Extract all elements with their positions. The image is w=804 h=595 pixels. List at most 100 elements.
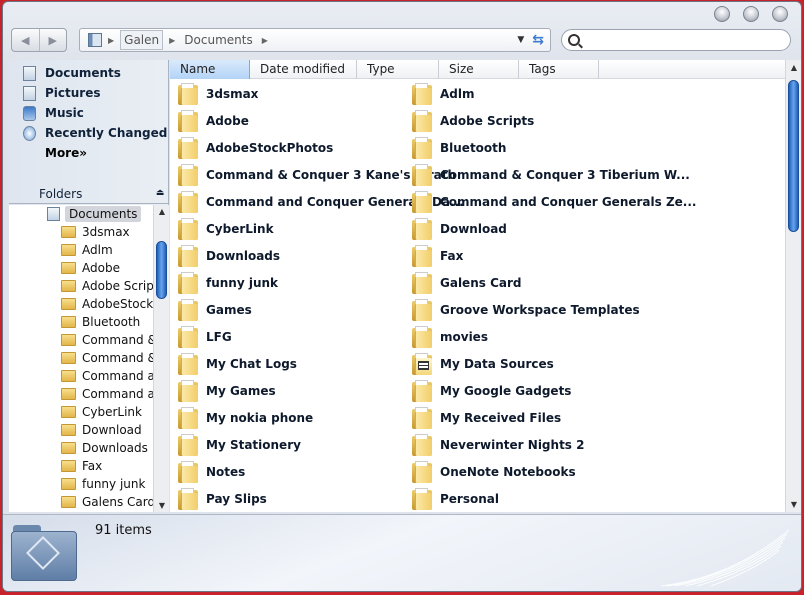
- breadcrumb-separator-icon[interactable]: ▶: [169, 36, 175, 45]
- folder-item[interactable]: Personal: [412, 485, 499, 512]
- folder-item-label: Command & Conquer 3 Tiberium W...: [440, 167, 690, 182]
- file-list-scrollbar[interactable]: ▲ ▼: [785, 60, 801, 512]
- folder-icon: [178, 82, 198, 105]
- tree-children: 3dsmax Adlm Adobe Adobe Scripts AdobeStockP B…: [9, 223, 169, 511]
- folder-item-label: My Data Sources: [440, 356, 554, 371]
- favorite-recently-changed[interactable]: Recently Changed: [9, 123, 168, 143]
- tree-item[interactable]: Adobe: [9, 259, 169, 277]
- favorite-documents[interactable]: Documents: [9, 63, 168, 83]
- folder-item[interactable]: Pay Slips: [178, 485, 267, 512]
- address-history-dropdown-icon[interactable]: ▼: [517, 35, 524, 45]
- folder-item[interactable]: Bluetooth: [412, 134, 506, 161]
- folder-item[interactable]: movies: [412, 323, 488, 350]
- tree-item[interactable]: Command &: [9, 331, 169, 349]
- tree-item-label: Command an: [82, 369, 163, 383]
- folder-item[interactable]: 3dsmax: [178, 80, 258, 107]
- folder-item[interactable]: My Data Sources: [412, 350, 554, 377]
- tree-item[interactable]: AdobeStockP: [9, 295, 169, 313]
- column-header-size[interactable]: Size: [439, 60, 519, 79]
- folder-item[interactable]: My Received Files: [412, 404, 561, 431]
- minimize-button[interactable]: [714, 6, 730, 22]
- tree-scroll-thumb[interactable]: [156, 241, 167, 299]
- tree-item-label: Adobe: [82, 261, 120, 275]
- documents-library-icon: [88, 33, 102, 47]
- scroll-down-icon[interactable]: ▼: [786, 500, 801, 509]
- folder-item[interactable]: Notes: [178, 458, 245, 485]
- folder-item[interactable]: Command & Conquer 3 Tiberium W...: [412, 161, 690, 188]
- folder-item[interactable]: CyberLink: [178, 215, 274, 242]
- breadcrumb-separator-icon[interactable]: ▶: [262, 36, 268, 45]
- folder-item[interactable]: Adobe: [178, 107, 249, 134]
- back-button[interactable]: ◀: [12, 29, 39, 51]
- breadcrumb-galen[interactable]: Galen: [120, 30, 164, 50]
- folder-item[interactable]: Downloads: [178, 242, 280, 269]
- tree-item[interactable]: 3dsmax: [9, 223, 169, 241]
- forward-button[interactable]: ▶: [38, 29, 67, 51]
- data-sources-folder-icon: [412, 352, 432, 375]
- column-header-type[interactable]: Type: [357, 60, 439, 79]
- breadcrumb-separator-icon[interactable]: ▶: [108, 36, 114, 45]
- scroll-down-icon[interactable]: ▼: [154, 501, 169, 510]
- folder-item[interactable]: Adobe Scripts: [412, 107, 534, 134]
- more-link[interactable]: More»: [9, 143, 168, 163]
- close-button[interactable]: [772, 6, 788, 22]
- tree-item[interactable]: Bluetooth: [9, 313, 169, 331]
- folder-item-label: Adlm: [440, 86, 475, 101]
- folder-item[interactable]: Download: [412, 215, 507, 242]
- folder-item[interactable]: My Chat Logs: [178, 350, 297, 377]
- search-box[interactable]: [561, 29, 791, 51]
- tree-item-label: Galens Card: [82, 495, 156, 509]
- tree-item[interactable]: CyberLink: [9, 403, 169, 421]
- folder-item[interactable]: LFG: [178, 323, 232, 350]
- tree-item[interactable]: funny junk: [9, 475, 169, 493]
- folder-item[interactable]: Neverwinter Nights 2: [412, 431, 584, 458]
- folder-item[interactable]: Games: [178, 296, 252, 323]
- tree-scrollbar[interactable]: ▲ ▼: [153, 205, 169, 512]
- collapse-folders-icon[interactable]: ⏏: [153, 187, 167, 201]
- tree-item[interactable]: Downloads: [9, 439, 169, 457]
- folder-item[interactable]: My Stationery: [178, 431, 301, 458]
- scroll-up-icon[interactable]: ▲: [154, 207, 169, 216]
- folder-item[interactable]: Adlm: [412, 80, 475, 107]
- tree-item[interactable]: Galens Card: [9, 493, 169, 511]
- tree-item[interactable]: Fax: [9, 457, 169, 475]
- folder-icon: [412, 433, 432, 456]
- folder-item[interactable]: Groove Workspace Templates: [412, 296, 640, 323]
- scroll-up-icon[interactable]: ▲: [786, 63, 801, 72]
- tree-item[interactable]: Command &: [9, 349, 169, 367]
- folder-item[interactable]: OneNote Notebooks: [412, 458, 576, 485]
- folder-icon: [61, 496, 76, 508]
- search-input[interactable]: [590, 33, 780, 47]
- favorite-pictures[interactable]: Pictures: [9, 83, 168, 103]
- folder-icon: [61, 298, 76, 310]
- folder-item[interactable]: Fax: [412, 242, 463, 269]
- breadcrumb-documents[interactable]: Documents: [181, 31, 255, 49]
- tree-item-label: AdobeStockP: [82, 297, 161, 311]
- navigation-buttons: ◀ ▶: [11, 28, 67, 52]
- folder-item[interactable]: Command and Conquer Generals Ze...: [412, 188, 696, 215]
- column-header-date-modified[interactable]: Date modified: [250, 60, 357, 79]
- address-bar[interactable]: ▶ Galen ▶ Documents ▶ ▼ ⇆: [79, 28, 551, 52]
- folder-item[interactable]: My Games: [178, 377, 276, 404]
- folder-item[interactable]: Galens Card: [412, 269, 521, 296]
- tree-item-documents[interactable]: Documents: [9, 205, 169, 223]
- folder-item[interactable]: funny junk: [178, 269, 278, 296]
- favorite-music[interactable]: Music: [9, 103, 168, 123]
- folder-item-label: My Chat Logs: [206, 356, 297, 371]
- tree-item[interactable]: Command an: [9, 367, 169, 385]
- column-header-tags[interactable]: Tags: [519, 60, 599, 79]
- tree-item[interactable]: Command an: [9, 385, 169, 403]
- refresh-icon[interactable]: ⇆: [532, 32, 544, 48]
- favorite-label: Music: [45, 106, 84, 120]
- folders-header[interactable]: Folders ⏏: [9, 184, 169, 204]
- tree-item[interactable]: Adobe Scripts: [9, 277, 169, 295]
- folder-item[interactable]: My nokia phone: [178, 404, 313, 431]
- maximize-button[interactable]: [743, 6, 759, 22]
- folder-item-label: My Received Files: [440, 410, 562, 425]
- folder-item[interactable]: AdobeStockPhotos: [178, 134, 333, 161]
- tree-item[interactable]: Adlm: [9, 241, 169, 259]
- tree-item[interactable]: Download: [9, 421, 169, 439]
- column-header-name[interactable]: Name: [170, 60, 250, 79]
- folder-item[interactable]: My Google Gadgets: [412, 377, 571, 404]
- file-list-scroll-thumb[interactable]: [788, 80, 799, 232]
